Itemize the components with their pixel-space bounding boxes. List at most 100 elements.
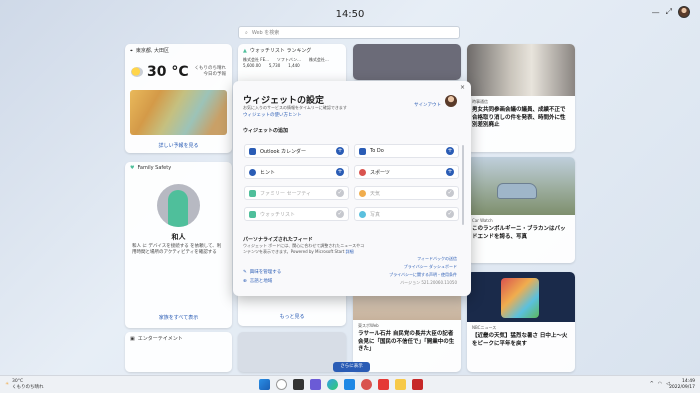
taskbar-weather[interactable]: ☀ 30°C くもりのち晴れ <box>5 379 44 390</box>
news-title: 男女共同参画会議の議員、成績不正で合格取り消しの件を発表、時間外に性別差別廃止 <box>472 107 566 128</box>
chat-icon[interactable] <box>310 379 321 390</box>
add-sports-button[interactable]: スポーツ + <box>354 165 459 179</box>
start-icon[interactable] <box>259 379 270 390</box>
minimize-icon[interactable]: — <box>652 8 660 17</box>
news-card-right-1[interactable]: 時事通信 男女共同参画会議の議員、成績不正で合格取り消しの件を発表、時間外に性別… <box>467 44 575 152</box>
family-message: 和人 に デバイスを接続する を依頼して、利用時間と場所のアクティビティを確認す… <box>132 244 222 255</box>
feedback-link[interactable]: フィードバックの送信 <box>417 256 457 262</box>
news-source: NBCニュース <box>472 325 497 330</box>
chart-icon: ▲ <box>243 47 247 54</box>
weather-forecast-link[interactable]: 詳しい予報を見る <box>125 142 232 149</box>
language-region-label: 言語と地域 <box>249 279 273 284</box>
close-icon[interactable]: × <box>460 84 465 91</box>
news-card-bottom[interactable] <box>238 332 346 372</box>
folder-icon[interactable] <box>395 379 406 390</box>
plus-icon: + <box>446 168 454 176</box>
heart-icon: ♥ <box>130 165 135 171</box>
watchlist-title: ウォッチリスト ランキング <box>249 48 312 54</box>
news-card-top[interactable] <box>353 44 461 80</box>
widgets-clock: 14:50 <box>335 9 365 20</box>
weather-icon: ☀ <box>5 381 10 387</box>
sun-icon <box>359 189 366 197</box>
weather-location: 東京都, 大田区 <box>135 48 170 54</box>
added-check-icon: ✓ <box>336 189 344 197</box>
taskbar-date: 2022/09/17 <box>669 384 695 390</box>
dialog-scrollbar[interactable] <box>462 145 464 225</box>
news-card-right-3[interactable]: NBCニュース 【近畿の天気】猛烈な暑さ 日中上〜火をピークに平年を戻す <box>467 272 575 372</box>
widget-label: スポーツ <box>370 169 390 176</box>
weather-widget[interactable]: ⌖ 東京都, 大田区 30 °C くもりのち晴れ 今日の予報 詳しい予報を見る <box>125 44 232 153</box>
film-icon: ▣ <box>130 335 135 342</box>
edge-icon[interactable] <box>327 379 338 390</box>
add-todo-button[interactable]: To Do + <box>354 144 459 158</box>
ball-icon <box>359 168 366 176</box>
family-view-all-link[interactable]: 家族をすべて表示 <box>125 314 232 321</box>
show-more-button[interactable]: さらに表示 <box>333 362 370 372</box>
desktop-background: 14:50 — ⤢ ⌕ Web を検索 ⌖ 東京都, 大田区 30 °C くもりの… <box>0 0 700 375</box>
task-view-icon[interactable] <box>293 379 304 390</box>
privacy-terms-link[interactable]: プライバシーに関する声明・使用条件 <box>389 272 457 278</box>
globe-icon: ⊕ <box>243 278 247 284</box>
app-icon[interactable] <box>378 379 389 390</box>
taskbar-clock[interactable]: 14:49 2022/09/17 <box>669 379 695 390</box>
app2-icon[interactable] <box>412 379 423 390</box>
widget-label: 天気 <box>370 190 381 197</box>
store-icon[interactable] <box>344 379 355 390</box>
expand-icon[interactable]: ⤢ <box>666 7 672 17</box>
grid-more-link[interactable]: もっと見る <box>238 313 346 320</box>
search-placeholder: Web を検索 <box>251 30 280 36</box>
stock-price: 1,440 <box>288 63 300 68</box>
personalize-description: ウィジェット ボードには、関心に合わせて調整されたニュースやコンテンツを表示でき… <box>243 243 368 254</box>
search-icon[interactable] <box>276 379 287 390</box>
add-tips-button[interactable]: ヒント + <box>244 165 349 179</box>
news-source: Car Watch <box>472 218 493 223</box>
entertainment-widget[interactable]: ▣ エンターテイメント <box>125 332 232 372</box>
stock-price: 5,730 <box>268 63 281 68</box>
add-photos-button: 写真 ✓ <box>354 207 459 221</box>
widgets-top-icons: — ⤢ <box>652 6 690 18</box>
entertainment-title: エンターテイメント <box>137 336 183 342</box>
search-icon: ⌕ <box>245 29 248 36</box>
edit-icon: ✎ <box>243 269 247 275</box>
partly-cloudy-icon <box>131 67 143 77</box>
family-safety-widget[interactable]: ♥ Family Safety 和人 和人 に デバイスを接続する を依頼して、利… <box>125 162 232 328</box>
widget-label: ウォッチリスト <box>260 211 296 218</box>
heart-icon <box>249 189 256 197</box>
language-region-link[interactable]: ⊕ 言語と地域 <box>243 278 273 285</box>
taskbar-weather-desc: くもりのち晴れ <box>12 384 44 390</box>
news-source: 時事通信 <box>472 99 488 104</box>
news-title: このランボルギーニ・ブラカンはパッドエンドを誇る、写真 <box>472 226 566 240</box>
weather-desc-2: 今日の予報 <box>203 72 227 77</box>
account-avatar <box>445 95 457 107</box>
widget-label: To Do <box>370 148 384 154</box>
location-icon: ⌖ <box>130 47 133 54</box>
chevron-up-icon[interactable]: ^ <box>650 381 654 387</box>
stock-price: 5,600.00 <box>243 63 261 68</box>
plus-icon: + <box>336 168 344 176</box>
family-member-avatar <box>157 184 200 227</box>
news-image <box>467 44 575 96</box>
privacy-dashboard-link[interactable]: プライバシー ダッシュボード <box>404 264 457 270</box>
widget-settings-dialog: × ウィジェットの設定 お気に入りのサービスの情報をタイムリーに確認できます ウ… <box>233 81 471 296</box>
widget-tips-link[interactable]: ウィジェットの使い方ヒント <box>243 112 302 118</box>
add-family-safety-button: ファミリー セーフティ ✓ <box>244 186 349 200</box>
system-tray[interactable]: ^ ◠ ◁ <box>650 381 670 387</box>
news-card-right-2[interactable]: Car Watch このランボルギーニ・ブラカンはパッドエンドを誇る、写真 <box>467 157 575 263</box>
widget-label: ヒント <box>260 169 276 176</box>
sign-out-link[interactable]: サインアウト <box>414 102 441 108</box>
weather-map[interactable] <box>130 90 227 135</box>
plus-icon: + <box>336 147 344 155</box>
manage-interests-link[interactable]: ✎ 興味を管理する <box>243 269 281 276</box>
add-outlook-calendar-button[interactable]: Outlook カレンダー + <box>244 144 349 158</box>
detail-link[interactable]: 詳細 <box>346 249 354 254</box>
web-search-box[interactable]: ⌕ Web を検索 <box>238 26 460 39</box>
family-member-name: 和人 <box>171 233 186 241</box>
wifi-icon[interactable]: ◠ <box>658 381 662 387</box>
widget-label: 写真 <box>370 211 381 218</box>
news-source: 東スポWeb <box>358 323 379 328</box>
vivaldi-icon[interactable] <box>361 379 372 390</box>
bulb-icon <box>249 168 256 176</box>
dialog-subtitle: お気に入りのサービスの情報をタイムリーに確認できます <box>243 105 347 110</box>
user-avatar[interactable] <box>678 6 690 18</box>
family-title: Family Safety <box>137 165 172 171</box>
